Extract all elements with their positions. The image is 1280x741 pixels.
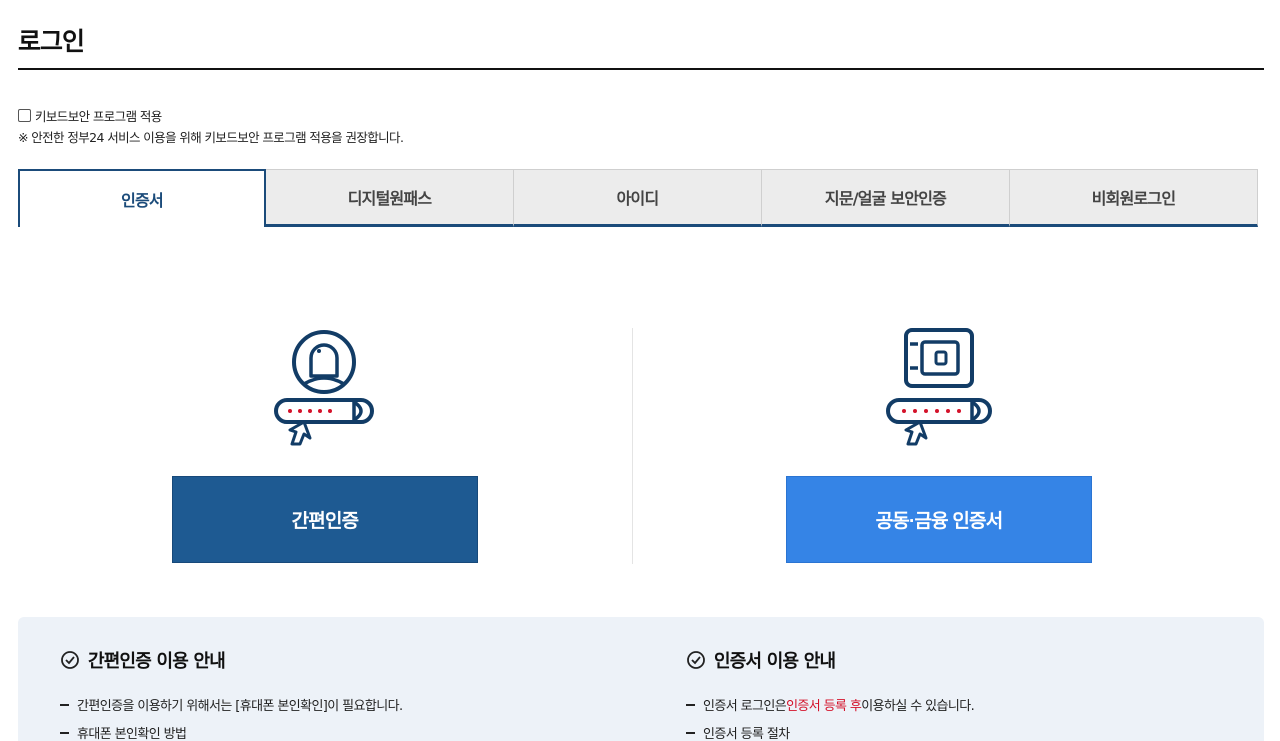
keyboard-security-option[interactable]: 키보드보안 프로그램 적용 bbox=[18, 106, 162, 125]
certificate-info: 인증서 이용 안내 인증서 로그인은 인증서 등록 후 이용하실 수 있습니다.… bbox=[686, 647, 835, 673]
list-item[interactable]: 인증서 등록 절차 bbox=[686, 723, 790, 741]
certificate-info-heading: 인증서 이용 안내 bbox=[714, 647, 835, 673]
options-divider bbox=[632, 328, 633, 564]
tab-non-member[interactable]: 비회원로그인 bbox=[1010, 169, 1258, 227]
certificate-button[interactable]: 공동·금융 인증서 bbox=[786, 476, 1092, 563]
check-circle-icon bbox=[60, 650, 80, 670]
simple-auth-button[interactable]: 간편인증 bbox=[172, 476, 478, 563]
page-title: 로그인 bbox=[18, 22, 84, 58]
dash-icon bbox=[60, 732, 69, 734]
dash-icon bbox=[686, 732, 695, 734]
info-panel: 간편인증 이용 안내 간편인증을 이용하기 위해서는 [휴대폰 본인확인]이 필… bbox=[18, 617, 1264, 741]
check-circle-icon bbox=[686, 650, 706, 670]
list-item[interactable]: 휴대폰 본인확인 방법 bbox=[60, 723, 186, 741]
safe-password-icon bbox=[882, 328, 998, 448]
tab-id[interactable]: 아이디 bbox=[514, 169, 762, 227]
dash-icon bbox=[60, 704, 69, 706]
list-item: 간편인증을 이용하기 위해서는 [휴대폰 본인확인]이 필요합니다. bbox=[60, 695, 403, 714]
dash-icon bbox=[686, 704, 695, 706]
keyboard-security-label: 키보드보안 프로그램 적용 bbox=[35, 106, 162, 125]
keyboard-security-note: ※ 안전한 정부24 서비스 이용을 위해 키보드보안 프로그램 적용을 권장합… bbox=[18, 127, 403, 146]
tab-biometric[interactable]: 지문/얼굴 보안인증 bbox=[762, 169, 1010, 227]
keyboard-security-checkbox[interactable] bbox=[18, 109, 31, 122]
tab-certificate[interactable]: 인증서 bbox=[18, 169, 266, 227]
highlight-text: 인증서 등록 후 bbox=[786, 695, 861, 714]
login-method-tabs: 인증서 디지털원패스 아이디 지문/얼굴 보안인증 비회원로그인 bbox=[18, 169, 1259, 227]
list-item: 인증서 로그인은 인증서 등록 후 이용하실 수 있습니다. bbox=[686, 695, 974, 714]
user-password-icon bbox=[270, 328, 378, 448]
simple-auth-info-heading: 간편인증 이용 안내 bbox=[88, 647, 225, 673]
simple-auth-info: 간편인증 이용 안내 간편인증을 이용하기 위해서는 [휴대폰 본인확인]이 필… bbox=[60, 647, 225, 673]
title-divider bbox=[18, 68, 1264, 70]
tab-digital-onepass[interactable]: 디지털원패스 bbox=[266, 169, 514, 227]
